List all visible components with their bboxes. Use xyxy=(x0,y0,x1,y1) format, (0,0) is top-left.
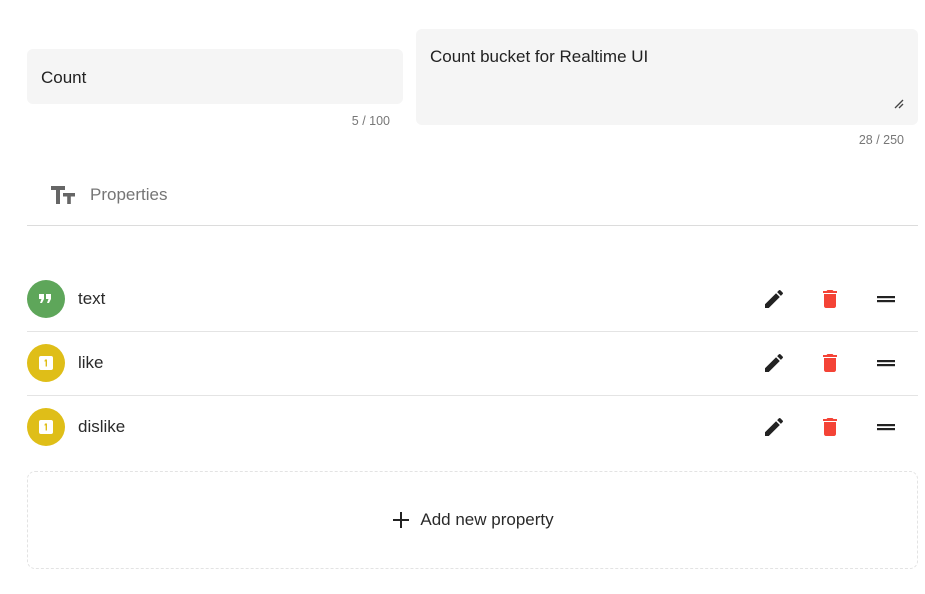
drag-handle-icon xyxy=(877,296,895,303)
drag-handle[interactable] xyxy=(871,348,901,378)
property-name: dislike xyxy=(78,417,126,436)
property-type-badge xyxy=(27,344,65,382)
bucket-name-char-counter: 5 / 100 xyxy=(351,114,390,128)
delete-property-button[interactable] xyxy=(815,348,845,378)
pencil-icon xyxy=(765,417,784,436)
edit-property-button[interactable] xyxy=(759,348,789,378)
add-new-property-label: Add new property xyxy=(420,510,554,529)
edit-property-button[interactable] xyxy=(759,284,789,314)
text-fields-icon xyxy=(51,186,75,204)
bucket-description-input[interactable]: Count bucket for Realtime UI xyxy=(430,47,904,107)
drag-handle[interactable] xyxy=(871,284,901,314)
property-type-badge xyxy=(27,408,65,446)
resize-grip-icon[interactable] xyxy=(892,97,904,109)
property-row-like: like xyxy=(27,332,918,396)
property-type-badge xyxy=(27,280,65,318)
edit-property-button[interactable] xyxy=(759,412,789,442)
bucket-description-char-counter: 28 / 250 xyxy=(858,133,904,147)
number-icon xyxy=(39,356,53,370)
drag-handle[interactable] xyxy=(871,412,901,442)
trash-icon xyxy=(823,290,837,308)
property-name: like xyxy=(78,353,104,372)
number-icon xyxy=(39,420,53,434)
pencil-icon xyxy=(765,289,784,308)
properties-section-header: Properties xyxy=(27,170,918,226)
trash-icon xyxy=(823,418,837,436)
plus-icon xyxy=(391,510,411,530)
delete-property-button[interactable] xyxy=(815,284,845,314)
add-new-property-button[interactable]: Add new property xyxy=(27,471,918,569)
bucket-name-input[interactable] xyxy=(41,68,389,88)
bucket-description-field[interactable]: Count bucket for Realtime UI xyxy=(416,29,918,125)
trash-icon xyxy=(823,354,837,372)
property-row-text: text xyxy=(27,268,918,332)
pencil-icon xyxy=(765,353,784,372)
property-row-dislike: dislike xyxy=(27,396,918,460)
bucket-name-field[interactable] xyxy=(27,49,403,104)
drag-handle-icon xyxy=(877,424,895,431)
quote-icon xyxy=(39,294,51,303)
property-name: text xyxy=(78,289,106,308)
properties-section-title: Properties xyxy=(90,185,168,204)
drag-handle-icon xyxy=(877,360,895,367)
delete-property-button[interactable] xyxy=(815,412,845,442)
